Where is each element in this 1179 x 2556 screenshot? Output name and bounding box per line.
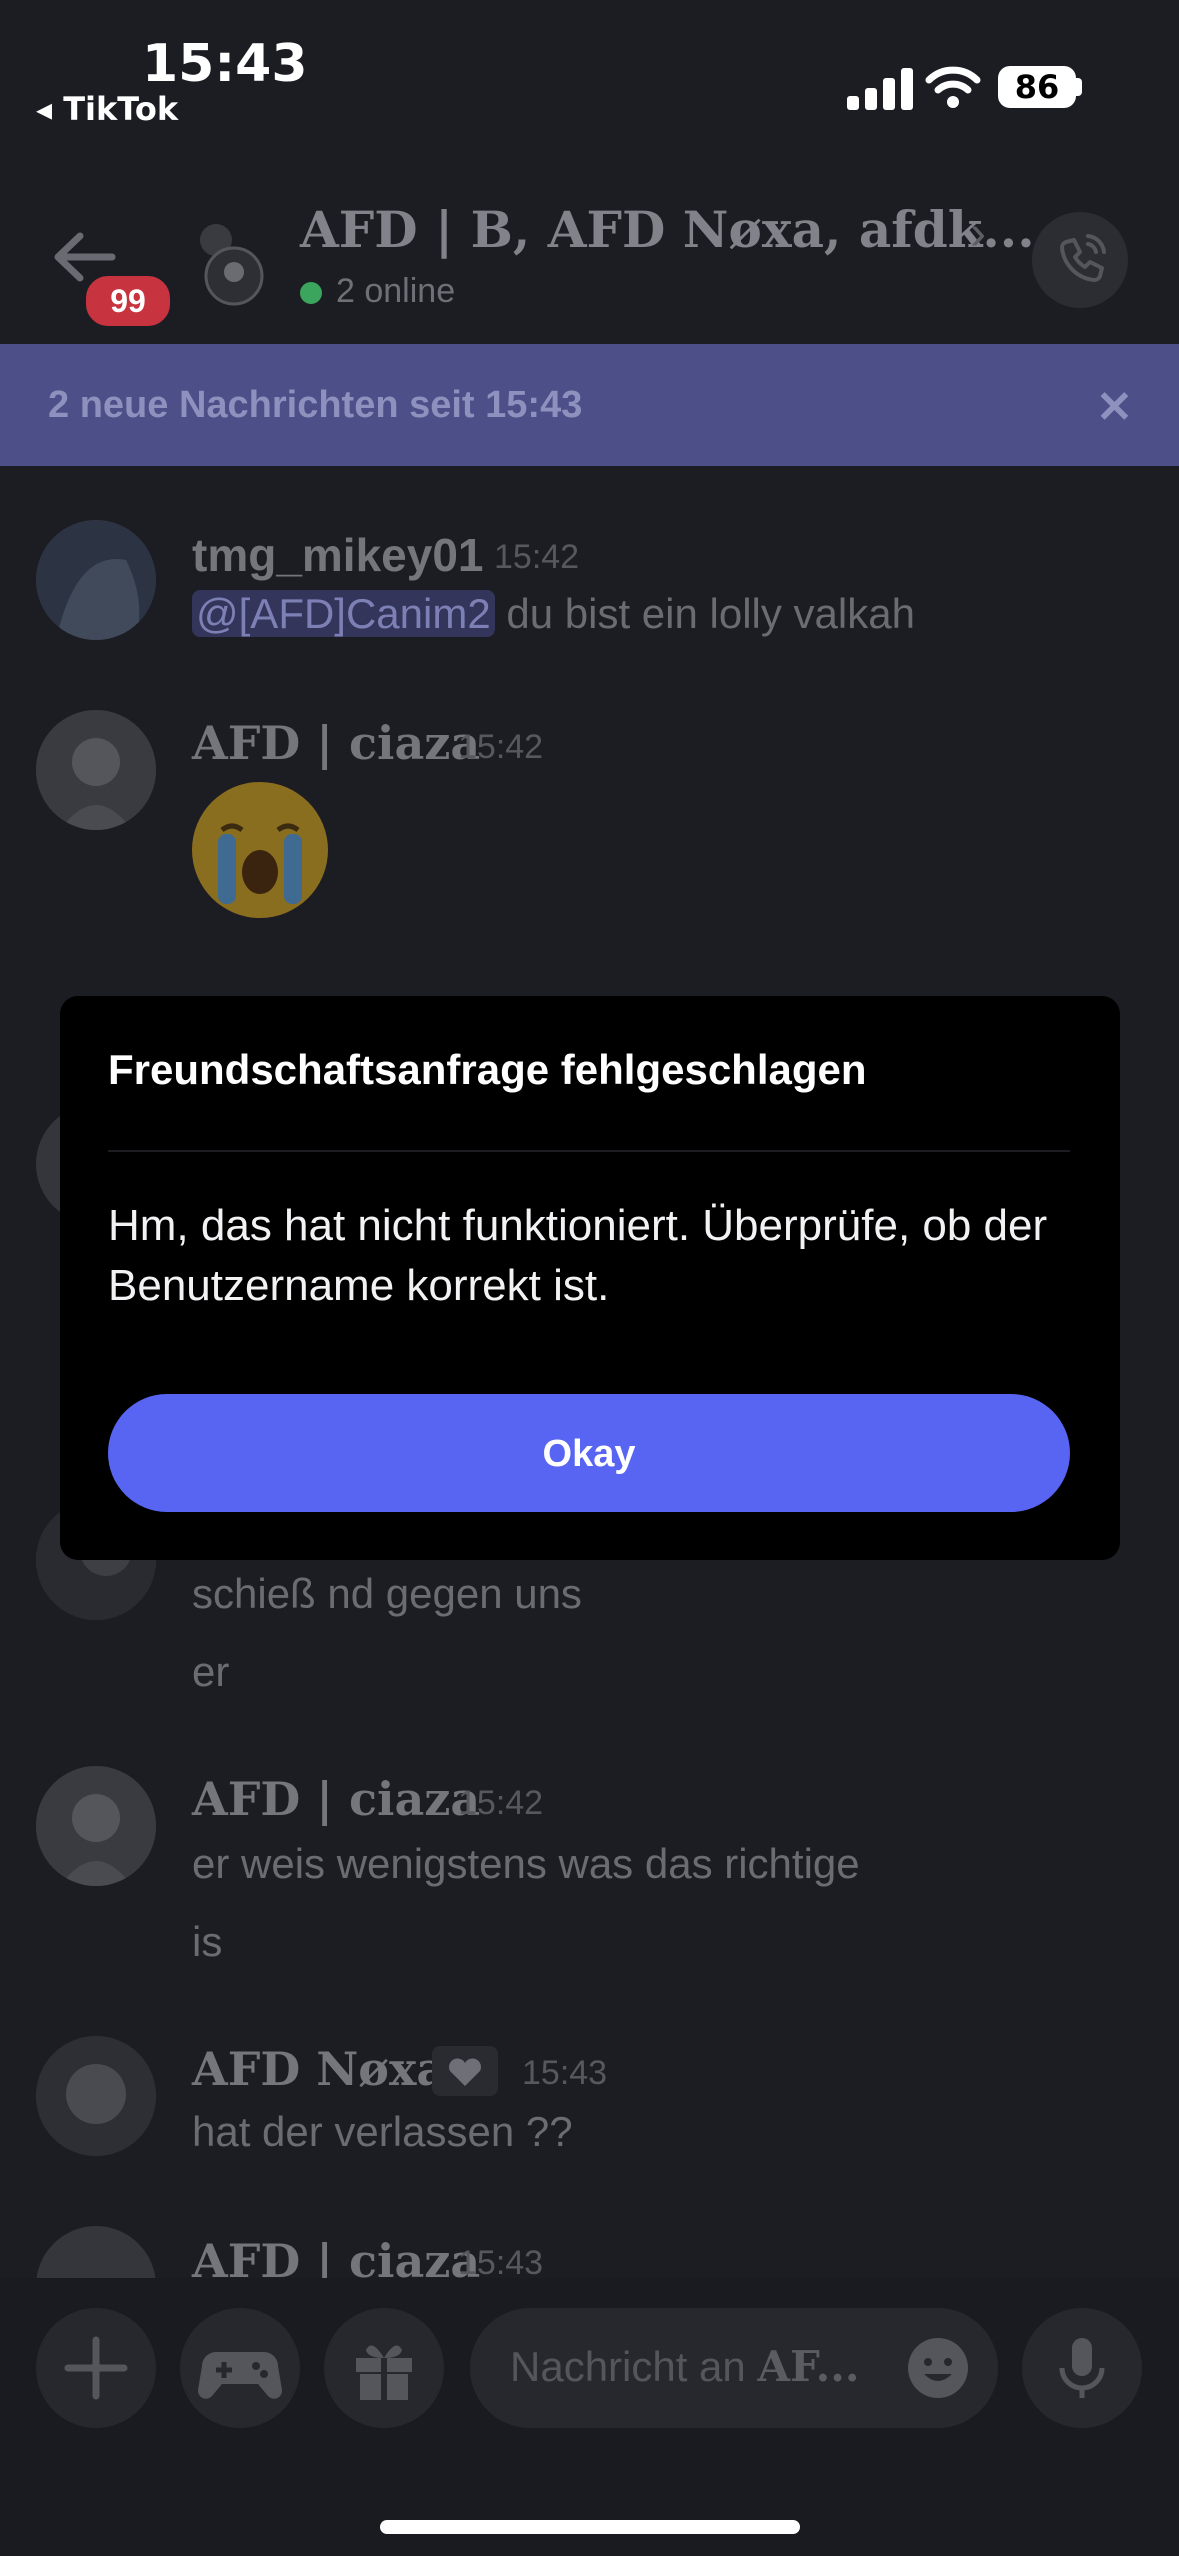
- heart-badge-icon: [432, 2046, 498, 2096]
- avatar[interactable]: [36, 710, 156, 830]
- home-indicator: [380, 2520, 800, 2534]
- message-username[interactable]: AFD | ciaza: [192, 716, 480, 770]
- message-text: schieß nd gegen uns: [192, 1570, 582, 1617]
- status-time: 15:43: [142, 34, 308, 94]
- battery-indicator: 86: [998, 66, 1076, 108]
- add-attachment-button[interactable]: [36, 2308, 156, 2428]
- wifi-icon: [925, 66, 981, 108]
- new-messages-text: 2 neue Nachrichten seit 15:43: [48, 384, 583, 426]
- message-time: 15:42: [494, 538, 580, 576]
- message-username[interactable]: AFD Nøxa: [192, 2042, 446, 2096]
- message-text: is: [192, 1918, 223, 1965]
- message-time: 15:42: [458, 728, 544, 766]
- channel-title[interactable]: AFD | B, AFD Nøxa, afdk...: [300, 200, 1035, 259]
- battery-tip: [1076, 78, 1082, 96]
- gift-button[interactable]: [324, 2308, 444, 2428]
- gift-icon: [356, 2345, 412, 2400]
- loudly-crying-emoji: [192, 782, 328, 918]
- message-username[interactable]: AFD | ciaza: [192, 1772, 480, 1826]
- back-to-app-link[interactable]: ◂ TikTok: [36, 90, 178, 128]
- phone-call-icon: [1060, 234, 1106, 282]
- plus-icon: [64, 2336, 128, 2400]
- online-status-dot: [300, 282, 322, 304]
- message-username[interactable]: tmg_mikey01: [192, 528, 484, 582]
- message-time: 15:42: [458, 1784, 544, 1822]
- message-text: @[AFD]Canim2 du bist ein lolly valkah: [192, 590, 915, 638]
- avatar[interactable]: [36, 2036, 156, 2156]
- microphone-icon: [1059, 2338, 1105, 2398]
- avatar[interactable]: [36, 520, 156, 640]
- activities-button[interactable]: [180, 2308, 300, 2428]
- message-text: hat der verlassen ??: [192, 2108, 573, 2155]
- voice-message-button[interactable]: [1022, 2308, 1142, 2428]
- message-text: er: [192, 1648, 230, 1695]
- message-body: du bist ein lolly valkah: [494, 590, 915, 637]
- okay-button[interactable]: Okay: [108, 1394, 1070, 1512]
- user-mention[interactable]: @[AFD]Canim2: [192, 590, 495, 637]
- online-count: 2 online: [336, 272, 456, 310]
- call-button[interactable]: [1032, 212, 1128, 308]
- dialog-title: Freundschaftsanfrage fehlgeschlagen: [108, 1046, 867, 1093]
- dialog-divider: [108, 1150, 1070, 1152]
- cellular-signal-icon: [847, 68, 913, 110]
- unread-badge: 99: [82, 272, 174, 330]
- gamepad-icon: [197, 2352, 283, 2399]
- emoji-icon[interactable]: [906, 2336, 970, 2400]
- chevron-right-icon[interactable]: ›: [970, 206, 986, 261]
- message-time: 15:43: [522, 2054, 608, 2092]
- group-avatar-icon[interactable]: [190, 218, 266, 306]
- avatar[interactable]: [36, 1766, 156, 1886]
- close-icon[interactable]: ✕: [1096, 382, 1133, 433]
- message-input-placeholder: Nachricht an AF...: [510, 2342, 860, 2391]
- dialog-message: Hm, das hat nicht funktioniert. Überprüf…: [108, 1201, 1048, 1310]
- message-text: er weis wenigstens was das richtige: [192, 1840, 860, 1887]
